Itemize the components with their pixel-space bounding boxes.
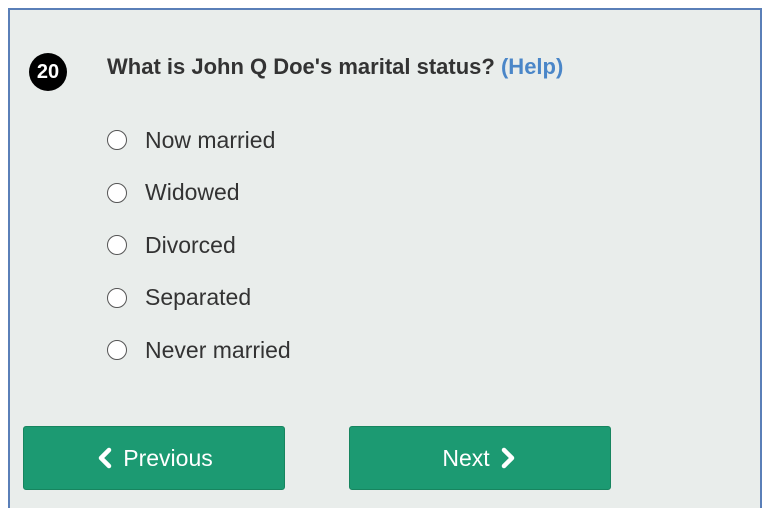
radio-now-married[interactable] bbox=[107, 130, 127, 151]
radio-widowed[interactable] bbox=[107, 182, 127, 203]
radio-separated[interactable] bbox=[107, 287, 127, 308]
chevron-right-icon bbox=[498, 447, 518, 469]
help-link[interactable]: (Help) bbox=[501, 54, 563, 79]
radio-never-married[interactable] bbox=[107, 340, 127, 361]
question-number-badge: 20 bbox=[29, 53, 67, 91]
next-button[interactable]: Next bbox=[349, 426, 611, 490]
option-label[interactable]: Separated bbox=[145, 284, 251, 311]
option-label[interactable]: Widowed bbox=[145, 179, 240, 206]
option-never-married[interactable]: Never married bbox=[107, 324, 291, 377]
question-panel: 20 What is John Q Doe's marital status? … bbox=[8, 8, 762, 508]
previous-button[interactable]: Previous bbox=[23, 426, 285, 490]
option-now-married[interactable]: Now married bbox=[107, 114, 291, 167]
option-label[interactable]: Never married bbox=[145, 337, 291, 364]
option-widowed[interactable]: Widowed bbox=[107, 167, 291, 220]
option-divorced[interactable]: Divorced bbox=[107, 219, 291, 272]
radio-divorced[interactable] bbox=[107, 235, 127, 256]
question-text: What is John Q Doe's marital status? bbox=[107, 54, 495, 79]
question-heading: What is John Q Doe's marital status? (He… bbox=[107, 54, 563, 80]
previous-button-label: Previous bbox=[123, 444, 213, 471]
marital-status-options: Now married Widowed Divorced Separated N… bbox=[107, 114, 291, 377]
option-label[interactable]: Now married bbox=[145, 127, 275, 154]
next-button-label: Next bbox=[442, 444, 490, 471]
chevron-left-icon bbox=[95, 447, 115, 469]
option-separated[interactable]: Separated bbox=[107, 272, 291, 325]
option-label[interactable]: Divorced bbox=[145, 232, 236, 259]
